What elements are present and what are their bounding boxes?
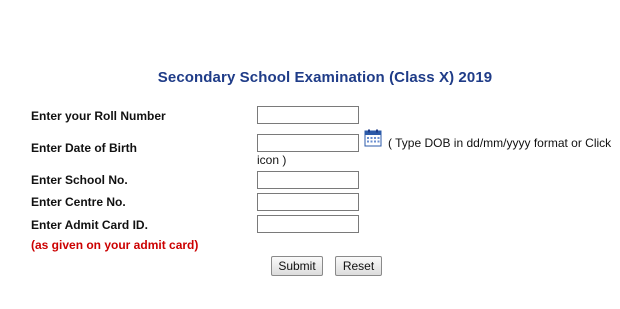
centre-number-input[interactable] [257,193,359,211]
admit-card-note: (as given on your admit card) [31,238,199,252]
centre-number-label: Enter Centre No. [31,195,126,209]
admit-card-input[interactable] [257,215,359,233]
submit-button[interactable]: Submit [271,256,323,276]
reset-button[interactable]: Reset [335,256,382,276]
dob-format-hint: ( Type DOB in dd/mm/yyyy format or Click [388,136,612,150]
admit-card-label: Enter Admit Card ID. [31,218,148,232]
dob-format-hint-continued: icon ) [257,153,287,167]
dob-label: Enter Date of Birth [31,141,138,155]
dob-input[interactable] [257,134,359,152]
school-number-input[interactable] [257,171,359,189]
school-number-label: Enter School No. [31,173,128,187]
roll-number-input[interactable] [257,106,359,124]
calendar-icon[interactable] [364,129,382,147]
roll-number-label: Enter your Roll Number [31,109,166,123]
page-title: Secondary School Examination (Class X) 2… [157,69,493,86]
